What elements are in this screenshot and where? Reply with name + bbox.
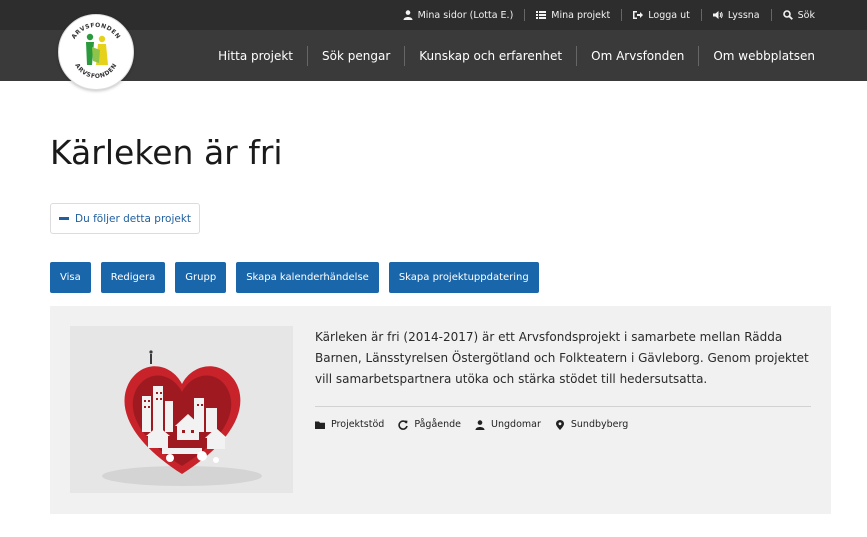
card-divider: [315, 406, 811, 407]
project-card: Kärleken är fri (2014-2017) är ett Arvsf…: [50, 306, 831, 514]
utility-divider: [524, 9, 526, 21]
follow-project-toggle[interactable]: Du följer detta projekt: [50, 203, 201, 234]
refresh-icon: [398, 419, 409, 430]
main-navigation: Hitta projekt Sök pengar Kunskap och erf…: [218, 30, 815, 81]
arvsfonden-logo[interactable]: ARVSFONDEN ARVSFONDEN: [58, 14, 134, 90]
project-meta: Projektstöd Pågående Ungdomar Sundbyberg: [315, 419, 642, 430]
project-image: [70, 326, 293, 493]
logout-icon: [633, 11, 644, 19]
nav-divider: [307, 45, 309, 66]
my-pages-label: Mina sidor (Lotta E.): [417, 9, 514, 21]
meta-location-label: Sundbyberg: [570, 419, 629, 430]
utility-menu: Mina sidor (Lotta E.) Mina projekt Logga…: [403, 0, 815, 30]
nav-item-find-projects[interactable]: Hitta projekt: [218, 49, 293, 63]
meta-funding-type-label: Projektstöd: [331, 419, 385, 430]
search-link[interactable]: Sök: [782, 9, 815, 21]
logo-text-bottom: ARVSFONDEN: [73, 62, 118, 80]
utility-divider: [621, 9, 623, 21]
my-projects-label: Mina projekt: [551, 9, 611, 21]
nav-divider: [404, 45, 406, 66]
logo-text-top: ARVSFONDEN: [70, 22, 121, 41]
project-description: Kärleken är fri (2014-2017) är ett Arvsf…: [315, 330, 809, 386]
heart-city-illustration: [70, 326, 293, 493]
nav-item-apply-funding[interactable]: Sök pengar: [322, 49, 390, 63]
page-title: Kärleken är fri: [50, 133, 283, 172]
create-project-update-button[interactable]: Skapa projektuppdatering: [388, 262, 539, 293]
my-projects-link[interactable]: Mina projekt: [536, 10, 610, 21]
user-icon: [403, 10, 413, 20]
logo-mark: ARVSFONDEN ARVSFONDEN: [70, 22, 121, 80]
svg-text:ARVSFONDEN: ARVSFONDEN: [73, 62, 118, 80]
meta-target-group-label: Ungdomar: [491, 419, 541, 430]
search-label: Sök: [797, 9, 815, 21]
nav-divider: [576, 45, 578, 66]
follow-label: Du följer detta projekt: [75, 212, 192, 225]
location-pin-icon: [555, 419, 564, 430]
meta-status-label: Pågående: [414, 419, 462, 430]
svg-text:ARVSFONDEN: ARVSFONDEN: [70, 22, 121, 41]
utility-divider: [770, 9, 772, 21]
logout-link[interactable]: Logga ut: [633, 10, 690, 21]
speaker-icon: [712, 11, 723, 19]
create-calendar-event-button[interactable]: Skapa kalenderhändelse: [236, 262, 379, 293]
list-icon: [536, 11, 547, 19]
view-button[interactable]: Visa: [50, 262, 91, 293]
logo-figures-icon: [86, 33, 108, 65]
listen-link[interactable]: Lyssna: [712, 9, 760, 21]
minus-icon: [59, 217, 69, 220]
search-icon: [782, 10, 793, 20]
nav-item-knowledge[interactable]: Kunskap och erfarenhet: [419, 49, 562, 63]
project-actions: Visa Redigera Grupp Skapa kalenderhändel…: [50, 262, 539, 293]
edit-button[interactable]: Redigera: [100, 262, 166, 293]
group-button[interactable]: Grupp: [175, 262, 227, 293]
nav-item-about-website[interactable]: Om webbplatsen: [713, 49, 815, 63]
meta-status[interactable]: Pågående: [398, 419, 461, 430]
my-pages-link[interactable]: Mina sidor (Lotta E.): [403, 9, 514, 21]
meta-funding-type[interactable]: Projektstöd: [315, 419, 384, 430]
utility-divider: [700, 9, 702, 21]
user-icon: [475, 419, 485, 430]
folder-icon: [315, 421, 325, 429]
logout-label: Logga ut: [648, 9, 690, 21]
meta-target-group[interactable]: Ungdomar: [475, 419, 541, 430]
meta-location[interactable]: Sundbyberg: [555, 419, 628, 430]
listen-label: Lyssna: [727, 9, 760, 21]
nav-item-about-arvsfonden[interactable]: Om Arvsfonden: [591, 49, 684, 63]
nav-divider: [698, 45, 700, 66]
